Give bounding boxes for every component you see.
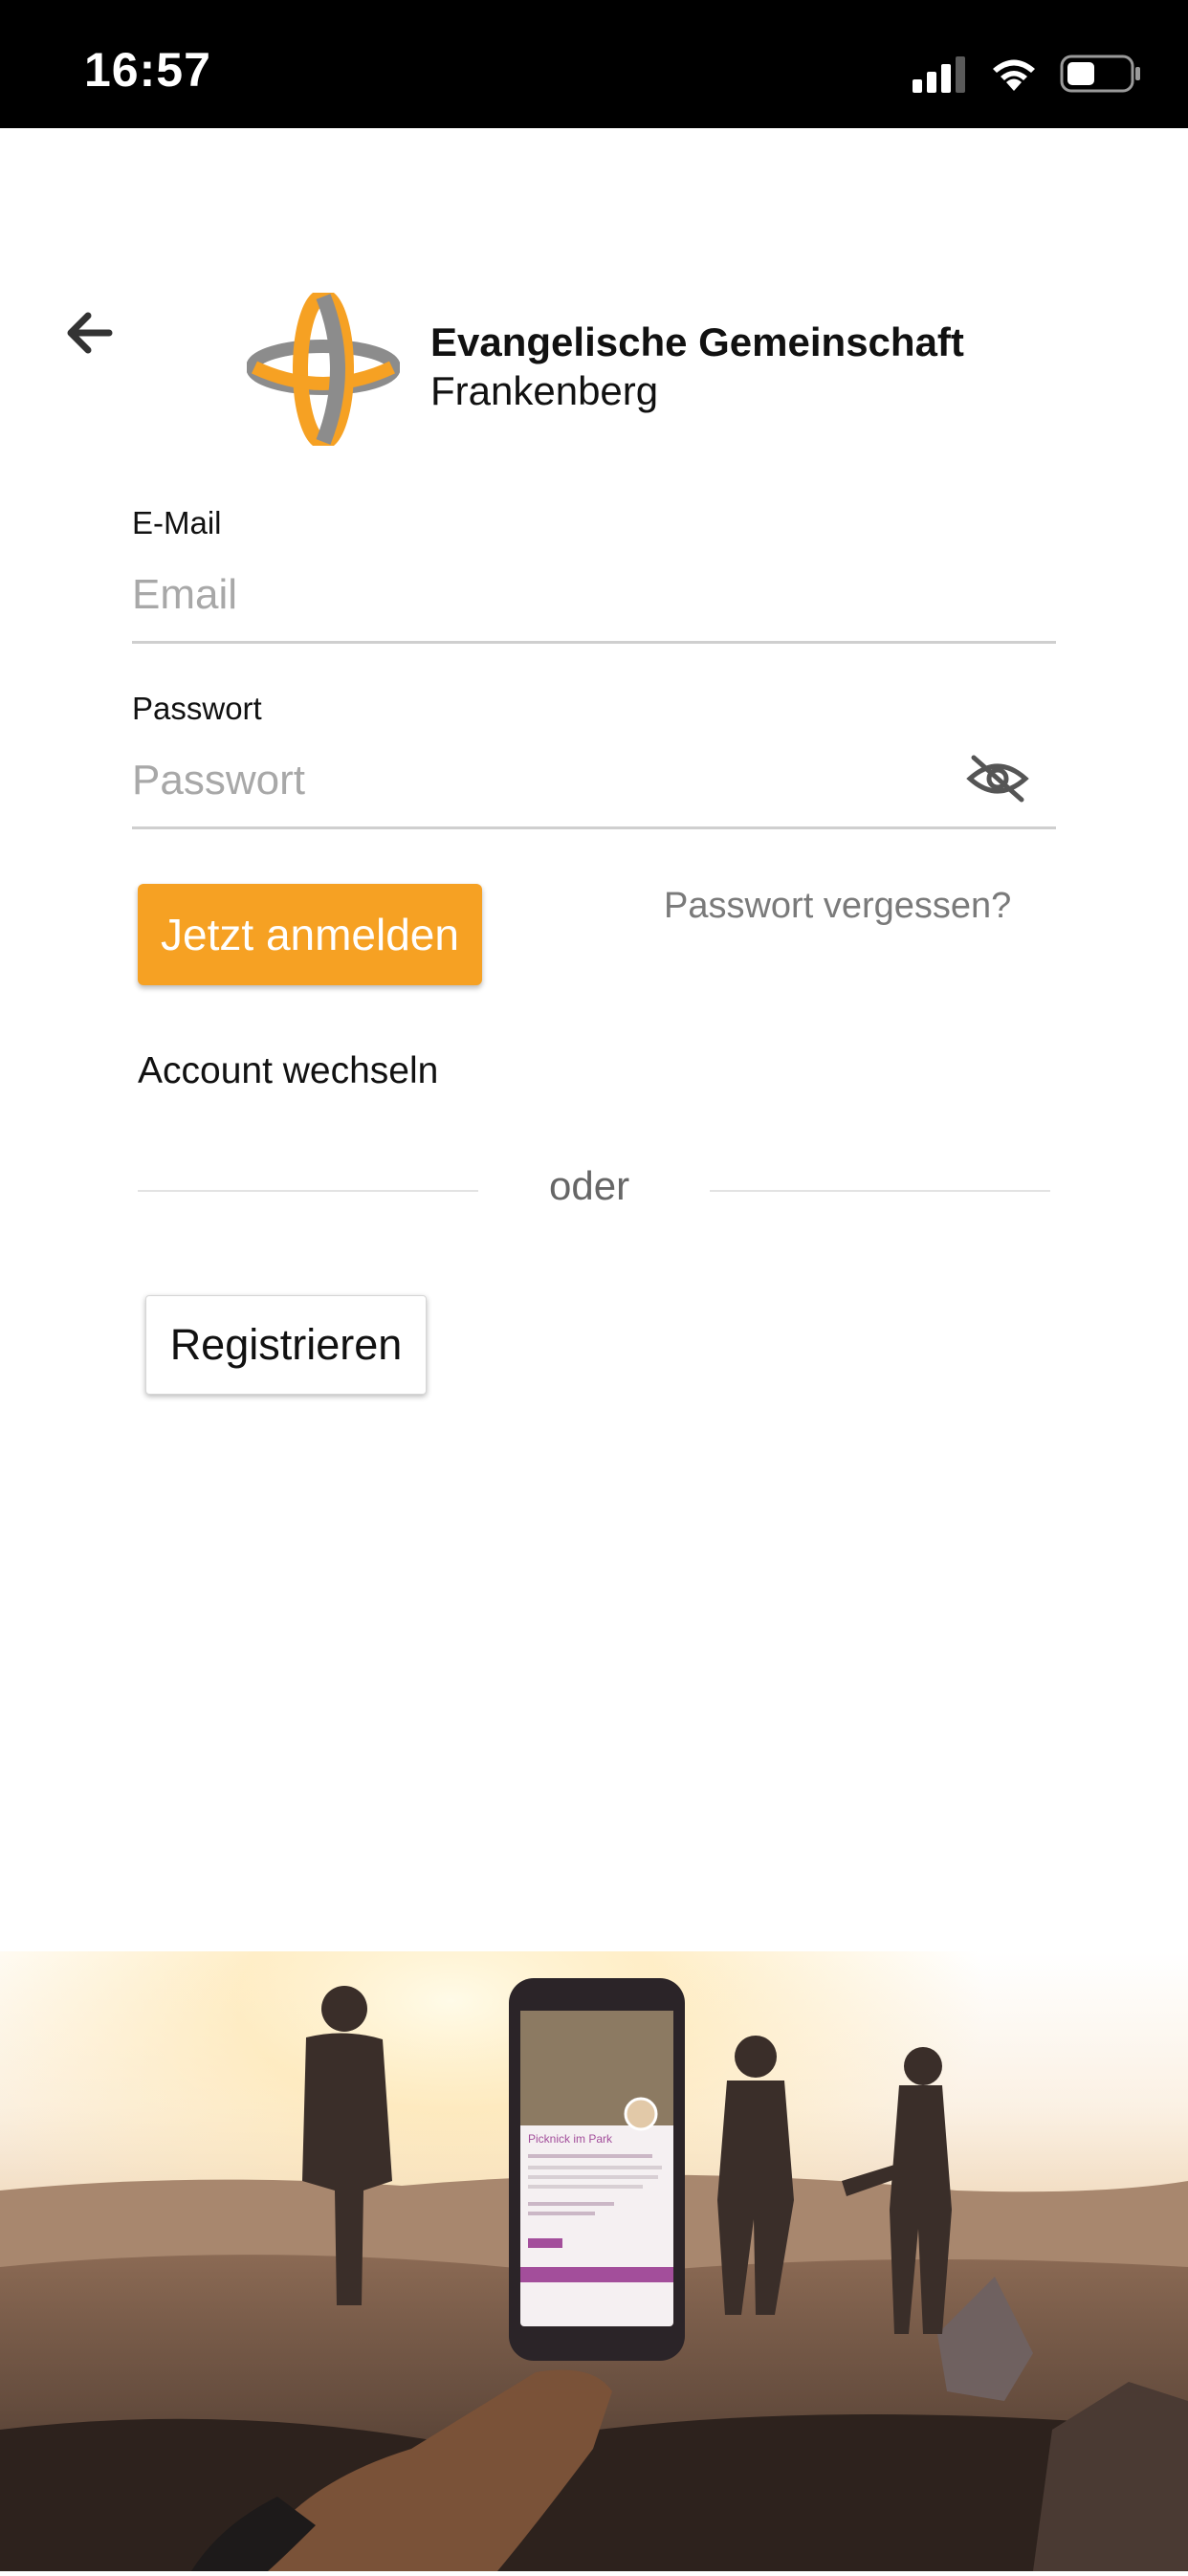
eye-off-icon [966,755,1029,803]
hero-image: Picknick im Park [0,1951,1188,2571]
arrow-left-icon [67,312,113,354]
org-name-line1: Evangelische Gemeinschaft [430,319,964,364]
password-label: Passwort [132,691,262,726]
email-label: E-Mail [132,505,222,540]
hero-screen-title: Picknick im Park [528,2132,613,2146]
org-name-line2: Frankenberg [430,368,659,413]
password-visibility-toggle[interactable] [966,752,1029,805]
battery-icon [1060,55,1140,93]
email-underline [132,641,1056,644]
wifi-icon [993,59,1035,91]
email-input[interactable] [132,561,1056,629]
register-button[interactable]: Registrieren [145,1295,427,1395]
back-button[interactable] [59,304,117,362]
divider-left [138,1190,478,1192]
cellular-signal-icon [913,56,965,93]
divider-label: oder [549,1163,630,1208]
status-bar: 16:57 [0,0,1188,128]
password-input[interactable] [132,746,955,815]
cross-logo-icon [246,289,401,450]
login-button[interactable]: Jetzt anmelden [138,884,482,985]
password-underline [132,826,1056,829]
status-icons [913,50,1142,98]
status-time: 16:57 [84,43,211,97]
switch-account-link[interactable]: Account wechseln [138,1050,438,1092]
forgot-password-link[interactable]: Passwort vergessen? [664,886,1011,927]
divider-right [710,1190,1050,1192]
